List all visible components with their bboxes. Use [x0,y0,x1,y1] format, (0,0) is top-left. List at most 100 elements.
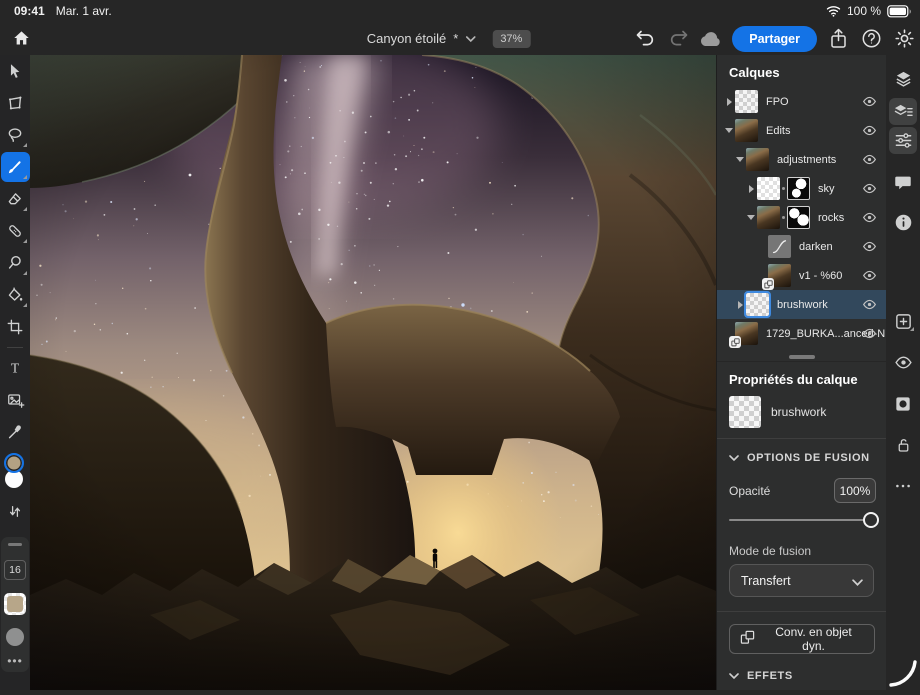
canvas-image[interactable] [30,55,716,690]
smart-object-badge [762,278,774,290]
layer-thumbnail[interactable] [768,264,791,287]
layer-detail-button[interactable] [889,98,917,125]
layer-row[interactable]: sky [717,174,886,203]
layer-lock-button[interactable] [889,431,917,458]
brush-color-swatch[interactable] [4,593,26,615]
layer-row[interactable]: 1729_BURKA...anced-NR33 [717,319,886,348]
layers-panel-button[interactable] [889,65,917,92]
disclosure-toggle[interactable] [723,98,735,106]
layer-row[interactable]: brushwork [717,290,886,319]
tool-options-drag-handle[interactable] [8,543,22,546]
zoom-level-badge[interactable]: 37% [492,30,530,48]
settings-gear-icon[interactable] [892,27,916,51]
layer-visibility-eye-icon[interactable] [862,181,877,196]
document-title-group[interactable]: Canyon étoilé * 37% [367,22,531,55]
brush-preview[interactable] [6,628,24,646]
convert-smart-object-button[interactable]: Conv. en objet dyn. [729,624,875,654]
cloud-sync-icon[interactable] [699,27,723,51]
layer-thumbnail[interactable] [768,235,791,258]
more-tool-options-button[interactable]: ••• [7,658,23,664]
layer-mask-button[interactable] [889,390,917,417]
slider-track[interactable] [729,519,872,521]
comments-button[interactable] [889,168,917,195]
move-tool[interactable] [0,55,30,87]
eyedropper-tool[interactable] [0,416,30,448]
type-tool[interactable]: T [0,352,30,384]
more-options-button[interactable] [889,472,917,499]
blend-options-section-header[interactable]: OPTIONS DE FUSION [717,439,886,470]
layer-row[interactable]: FPO [717,87,886,116]
opacity-slider[interactable] [729,509,872,531]
chevron-down-icon [465,35,475,43]
slider-handle[interactable] [863,512,879,528]
transform-tool[interactable] [0,87,30,119]
app-bar: Canyon étoilé * 37% Partager [0,22,920,55]
help-icon[interactable] [859,27,883,51]
divider [7,347,23,348]
clone-stamp-tool[interactable] [0,247,30,279]
layer-visibility-button[interactable] [889,349,917,376]
layer-mask-thumbnail[interactable] [787,177,810,200]
submenu-indicator [23,143,27,147]
disclosure-toggle[interactable] [734,157,746,162]
layer-visibility-eye-icon[interactable] [862,94,877,109]
export-icon[interactable] [826,27,850,51]
layer-visibility-eye-icon[interactable] [862,210,877,225]
brush-tool[interactable] [0,151,30,183]
left-toolbar: T 16 ••• [0,55,30,690]
date: Mar. 1 avr. [56,4,112,18]
eraser-tool[interactable] [0,183,30,215]
adjustments-button[interactable] [889,127,917,154]
layer-thumbnail[interactable] [735,322,758,345]
blend-mode-select[interactable]: Transfert [729,564,874,597]
redo-button[interactable] [666,27,690,51]
place-photo-tool[interactable] [0,384,30,416]
fill-tool[interactable] [0,279,30,311]
disclosure-toggle[interactable] [745,185,757,193]
layer-thumbnail[interactable] [746,293,769,316]
layer-mask-thumbnail[interactable] [787,206,810,229]
layer-row[interactable]: adjustments [717,145,886,174]
disclosure-toggle[interactable] [745,215,757,220]
layer-thumbnail[interactable] [735,119,758,142]
wifi-icon [826,5,841,17]
disclosure-toggle[interactable] [723,128,735,133]
selected-layer-name: brushwork [771,405,826,419]
layer-thumbnail[interactable] [757,177,780,200]
lasso-tool[interactable] [0,119,30,151]
brush-size-field[interactable]: 16 [4,560,26,580]
document-title: Canyon étoilé [367,31,447,46]
undo-button[interactable] [633,27,657,51]
blend-mode-label: Mode de fusion [717,531,886,564]
layer-visibility-eye-icon[interactable] [862,297,877,312]
layer-row[interactable]: Edits [717,116,886,145]
layer-visibility-eye-icon[interactable] [862,152,877,167]
layer-row[interactable]: darken [717,232,886,261]
layer-visibility-eye-icon[interactable] [862,123,877,138]
home-button[interactable] [8,25,34,51]
right-taskbar [886,55,920,690]
foreground-color-swatch[interactable] [4,453,24,473]
layer-visibility-eye-icon[interactable] [862,268,877,283]
chevron-down-icon [852,576,862,586]
layer-row[interactable]: v1 - %60 [717,261,886,290]
add-layer-button[interactable] [889,308,917,335]
properties-title: Propriétés du calque [717,361,886,394]
layer-thumbnail[interactable] [746,148,769,171]
share-button[interactable]: Partager [732,26,817,52]
disclosure-toggle[interactable] [734,301,746,309]
smart-object-badge [729,336,741,348]
layer-visibility-eye-icon[interactable] [862,239,877,254]
layer-visibility-eye-icon[interactable] [862,326,877,341]
opacity-value-field[interactable]: 100% [834,478,876,503]
layer-thumbnail[interactable] [735,90,758,113]
effects-section-header[interactable]: EFFETS [717,654,886,688]
layer-thumbnail[interactable] [757,206,780,229]
crop-tool[interactable] [0,311,30,343]
info-button[interactable] [889,209,917,236]
healing-tool[interactable] [0,215,30,247]
color-swatches [0,453,30,495]
swap-colors-button[interactable] [0,495,30,527]
layer-row[interactable]: rocks [717,203,886,232]
panel-resize-handle[interactable] [789,355,815,359]
